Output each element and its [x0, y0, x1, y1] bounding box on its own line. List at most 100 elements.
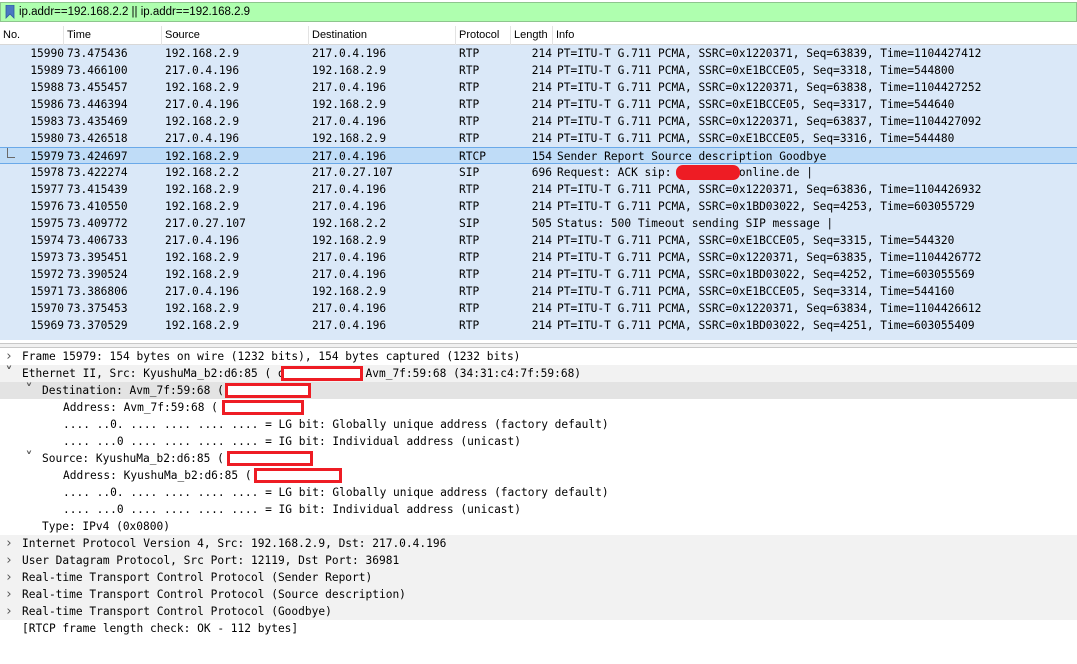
chevron-down-icon[interactable]: ˅ [23, 450, 35, 467]
packet-list[interactable]: 15990 73.475436 192.168.2.9 217.0.4.196 RTP 2… [0, 45, 1077, 343]
bookmark-icon[interactable] [5, 5, 15, 19]
chevron-right-icon[interactable]: › [3, 569, 15, 586]
packet-cell-info: PT=ITU-T G.711 PCMA, SSRC=0x1BD03022, Se… [557, 268, 975, 281]
packet-row[interactable]: 15974 73.406733 217.0.4.196 192.168.2.9 RTP 2… [0, 232, 1077, 249]
packet-cell-src: 217.0.4.196 [165, 98, 240, 111]
detail-row[interactable]: ˅Ethernet II, Src: KyushuMa_b2:d6:85 ( d… [0, 365, 1077, 382]
packet-row[interactable]: 15980 73.426518 217.0.4.196 192.168.2.9 RTP 2… [0, 130, 1077, 147]
packet-list-header: No. Time ⌄ Source Destination Protocol L… [0, 26, 1077, 45]
detail-text: Type: IPv4 (0x0800) [42, 520, 170, 533]
packet-row[interactable]: 15989 73.466100 217.0.4.196 192.168.2.9 RTP 2… [0, 62, 1077, 79]
packet-cell-proto: SIP [459, 217, 480, 230]
detail-row[interactable]: .... ..0. .... .... .... .... = LG bit: … [0, 484, 1077, 501]
packet-cell-proto: RTCP [459, 150, 486, 163]
packet-details-pane[interactable]: › Frame 15979: 154 bytes on wire (1232 bi… [0, 348, 1077, 664]
column-header-protocol[interactable]: Protocol [456, 26, 511, 45]
packet-cell-proto: RTP [459, 47, 480, 60]
packet-cell-no: 15976 [30, 200, 64, 213]
packet-row-selected[interactable]: 15979 73.424697 192.168.2.9 217.0.4.196 RTCP… [0, 147, 1077, 164]
packet-cell-src: 192.168.2.9 [165, 319, 240, 332]
packet-cell-time: 73.455457 [67, 81, 128, 94]
detail-text: .... ..0. .... .... .... .... = LG bit: … [63, 418, 609, 431]
packet-row[interactable]: 15986 73.446394 217.0.4.196 192.168.2.9 RTP 2… [0, 96, 1077, 113]
packet-cell-time: 73.435469 [67, 115, 128, 128]
packet-cell-dst: 192.168.2.9 [312, 132, 387, 145]
redaction-mark [676, 165, 740, 180]
packet-cell-proto: RTP [459, 115, 480, 128]
detail-row[interactable]: Address: KyushuMa_b2:d6:85 ( d6:85) [0, 467, 1077, 484]
detail-text: Internet Protocol Version 4, Src: 192.16… [22, 537, 447, 550]
display-filter-input[interactable]: ip.addr==192.168.2.2 || ip.addr==192.168… [19, 5, 250, 20]
detail-row[interactable]: › Real-time Transport Control Protocol (G… [0, 603, 1077, 620]
packet-row[interactable]: 15970 73.375453 192.168.2.9 217.0.4.196 RTP 2… [0, 300, 1077, 317]
column-header-time[interactable]: Time ⌄ [64, 26, 181, 45]
packet-cell-dst: 217.0.4.196 [312, 115, 387, 128]
packet-cell-info: Status: 500 Timeout sending SIP message … [557, 217, 834, 230]
packet-row[interactable]: 15978 73.422274 192.168.2.2 217.0.27.107 SIP… [0, 164, 1077, 181]
packet-row[interactable]: 15972 73.390524 192.168.2.9 217.0.4.196 RTP 2… [0, 266, 1077, 283]
detail-row[interactable]: Type: IPv4 (0x0800) [0, 518, 1077, 535]
column-header-time-label: Time [67, 29, 92, 41]
packet-cell-len: 214 [531, 200, 552, 213]
packet-row[interactable]: 15975 73.409772 217.0.27.107 192.168.2.2 SIP… [0, 215, 1077, 232]
packet-cell-len: 214 [531, 268, 552, 281]
chevron-right-icon[interactable]: › [3, 348, 15, 365]
detail-text: .... ..0. .... .... .... .... = LG bit: … [63, 486, 609, 499]
packet-cell-dst: 217.0.4.196 [312, 150, 387, 163]
display-filter-bar[interactable]: ip.addr==192.168.2.2 || ip.addr==192.168… [0, 2, 1077, 22]
packet-cell-src: 217.0.4.196 [165, 234, 240, 247]
detail-row[interactable]: [RTCP frame length check: OK - 112 bytes… [0, 620, 1077, 637]
detail-row[interactable]: .... ...0 .... .... .... .... = IG bit: … [0, 501, 1077, 518]
redaction-box [254, 468, 342, 483]
packet-cell-info: PT=ITU-T G.711 PCMA, SSRC=0x1BD03022, Se… [557, 319, 975, 332]
chevron-down-icon[interactable]: ˅ [23, 382, 35, 399]
packet-row[interactable]: 15973 73.395451 192.168.2.9 217.0.4.196 RTP 2… [0, 249, 1077, 266]
packet-cell-no: 15980 [30, 132, 64, 145]
packet-cell-time: 73.406733 [67, 234, 128, 247]
detail-row[interactable]: › Frame 15979: 154 bytes on wire (1232 bi… [0, 348, 1077, 365]
chevron-right-icon[interactable]: › [3, 552, 15, 569]
chevron-right-icon[interactable]: › [3, 586, 15, 603]
packet-cell-len: 214 [531, 234, 552, 247]
detail-row[interactable]: › Internet Protocol Version 4, Src: 192.1… [0, 535, 1077, 552]
detail-row[interactable]: .... ...0 .... .... .... .... = IG bit: … [0, 433, 1077, 450]
packet-cell-no: 15990 [30, 47, 64, 60]
detail-row[interactable]: › Real-time Transport Control Protocol (S… [0, 586, 1077, 603]
column-header-source[interactable]: Source [162, 26, 309, 45]
packet-row[interactable]: 15971 73.386806 217.0.4.196 192.168.2.9 RTP 2… [0, 283, 1077, 300]
column-header-no[interactable]: No. [0, 26, 64, 45]
detail-text: User Datagram Protocol, Src Port: 12119,… [22, 554, 400, 567]
packet-cell-no: 15983 [30, 115, 64, 128]
packet-row[interactable]: 15990 73.475436 192.168.2.9 217.0.4.196 RTP 2… [0, 45, 1077, 62]
detail-row[interactable]: .... ..0. .... .... .... .... = LG bit: … [0, 416, 1077, 433]
packet-cell-len: 214 [531, 251, 552, 264]
column-header-info[interactable]: Info [553, 26, 1077, 45]
detail-row[interactable]: › Real-time Transport Control Protocol (S… [0, 569, 1077, 586]
packet-row[interactable]: 15969 73.370529 192.168.2.9 217.0.4.196 RTP 2… [0, 317, 1077, 334]
chevron-right-icon[interactable]: › [3, 535, 15, 552]
packet-cell-len: 696 [531, 166, 552, 179]
packet-row[interactable]: 15983 73.435469 192.168.2.9 217.0.4.196 RTP 2… [0, 113, 1077, 130]
packet-cell-len: 214 [531, 47, 552, 60]
detail-row[interactable]: › User Datagram Protocol, Src Port: 12119… [0, 552, 1077, 569]
packet-row[interactable]: 15977 73.415439 192.168.2.9 217.0.4.196 RTP 2… [0, 181, 1077, 198]
packet-row[interactable]: 15976 73.410550 192.168.2.9 217.0.4.196 RTP 2… [0, 198, 1077, 215]
detail-row[interactable]: ˅ Destination: Avm_7f:59:68 ( 59:68) [0, 382, 1077, 399]
column-header-destination[interactable]: Destination [309, 26, 456, 45]
packet-row-partial[interactable] [0, 334, 1077, 340]
chevron-down-icon[interactable]: ˅ [3, 365, 15, 382]
packet-cell-no: 15988 [30, 81, 64, 94]
column-header-length[interactable]: Length [511, 26, 553, 45]
detail-row[interactable]: ˅ Source: KyushuMa_b2:d6:85 ( d6:85) [0, 450, 1077, 467]
packet-cell-no: 15969 [30, 319, 64, 332]
chevron-right-icon[interactable]: › [3, 603, 15, 620]
packet-cell-no: 15977 [30, 183, 64, 196]
detail-row[interactable]: Address: Avm_7f:59:68 ( 59:68) [0, 399, 1077, 416]
packet-cell-dst: 217.0.4.196 [312, 47, 387, 60]
packet-cell-time: 73.386806 [67, 285, 128, 298]
packet-cell-proto: RTP [459, 319, 480, 332]
redaction-box [227, 451, 313, 466]
packet-row[interactable]: 15988 73.455457 192.168.2.9 217.0.4.196 RTP 2… [0, 79, 1077, 96]
packet-cell-proto: RTP [459, 200, 480, 213]
packet-cell-info: PT=ITU-T G.711 PCMA, SSRC=0xE1BCCE05, Se… [557, 64, 955, 77]
